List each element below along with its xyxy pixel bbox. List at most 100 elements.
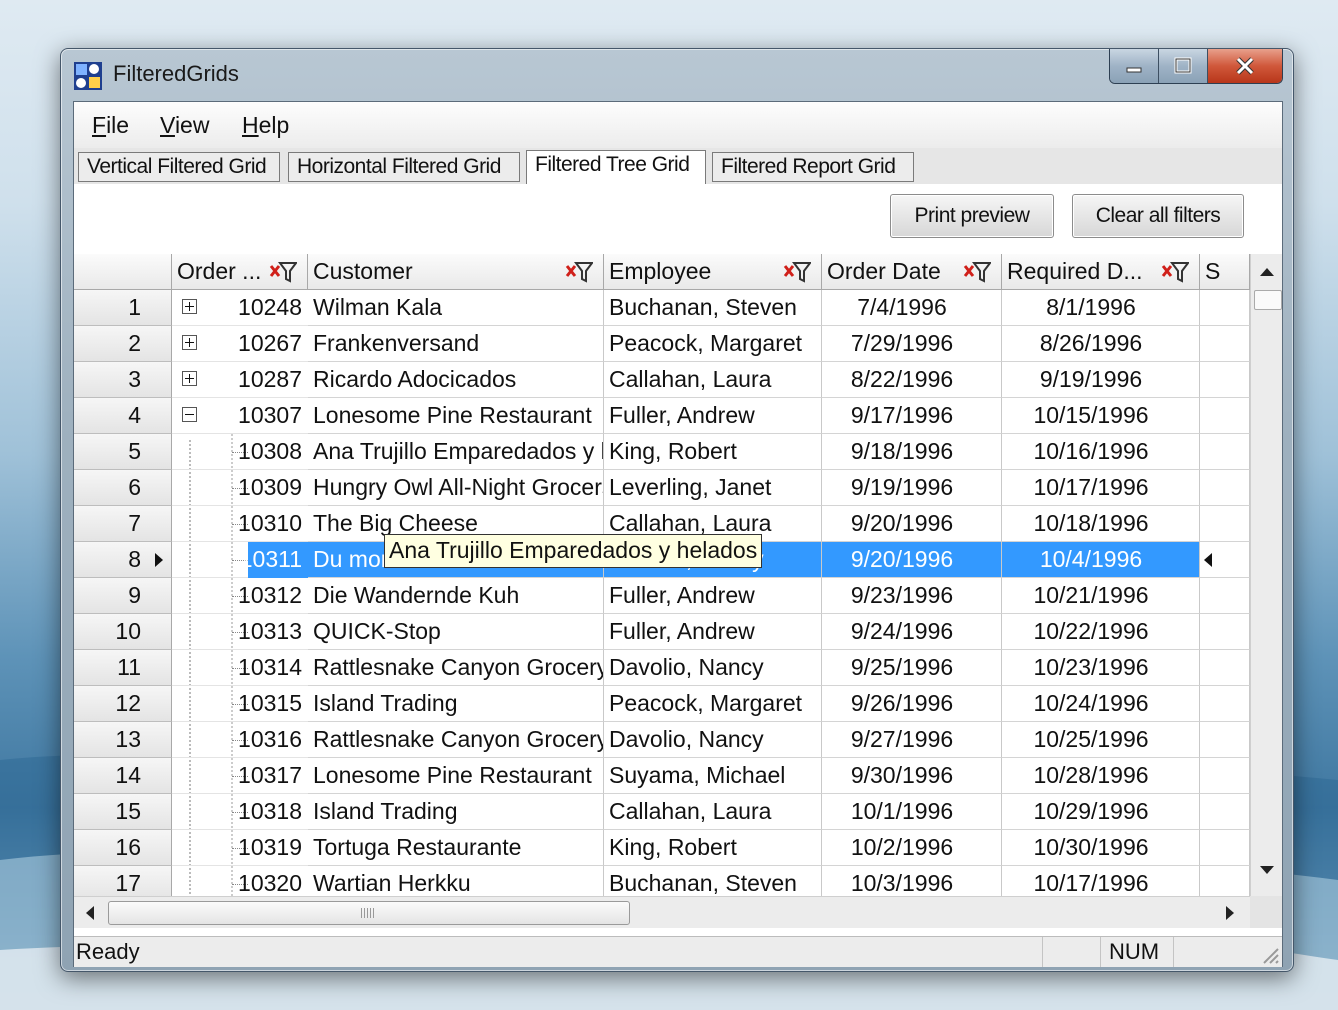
cell-employee[interactable]: King, Robert [604, 830, 822, 866]
tab-vertical-filtered-grid[interactable]: Vertical Filtered Grid [78, 152, 280, 182]
cell-order-date[interactable]: 9/23/1996 [822, 578, 1002, 614]
cell-customer[interactable]: Island Trading [308, 794, 604, 830]
row-header[interactable]: 4 [74, 398, 172, 434]
cell-employee[interactable]: Peacock, Margaret [604, 686, 822, 722]
cell-required-date[interactable]: 8/26/1996 [1002, 326, 1200, 362]
cell-required-date[interactable]: 10/18/1996 [1002, 506, 1200, 542]
cell-customer[interactable]: Wilman Kala [308, 290, 604, 326]
tab-filtered-tree-grid[interactable]: Filtered Tree Grid [526, 150, 706, 184]
row-header[interactable]: 1 [74, 290, 172, 326]
table-row[interactable]: 14 10317 Lonesome Pine Restaurant Suyama, M… [74, 758, 1250, 794]
cell-order-date[interactable]: 9/20/1996 [822, 506, 1002, 542]
filter-clear-icon[interactable] [565, 260, 593, 284]
print-preview-button[interactable]: Print preview [890, 194, 1054, 238]
cell-s[interactable] [1200, 470, 1250, 506]
cell-customer[interactable]: Ana Trujillo Emparedados y helados [308, 434, 604, 470]
filter-clear-icon[interactable] [783, 260, 811, 284]
tab-horizontal-filtered-grid[interactable]: Horizontal Filtered Grid [288, 152, 520, 182]
cell-s[interactable] [1200, 362, 1250, 398]
cell-required-date[interactable]: 10/22/1996 [1002, 614, 1200, 650]
row-header[interactable]: 15 [74, 794, 172, 830]
cell-customer[interactable]: QUICK-Stop [308, 614, 604, 650]
cell-required-date[interactable]: 10/30/1996 [1002, 830, 1200, 866]
row-header[interactable]: 16 [74, 830, 172, 866]
column-header-employee[interactable]: Employee [604, 254, 822, 290]
expand-icon[interactable] [182, 299, 197, 314]
scroll-up-icon[interactable] [1259, 266, 1275, 278]
vertical-scrollbar[interactable] [1250, 254, 1282, 896]
cell-order[interactable]: 10311 [172, 542, 308, 578]
horizontal-scroll-thumb[interactable] [108, 901, 630, 925]
row-header[interactable]: 2 [74, 326, 172, 362]
cell-order[interactable]: 10316 [172, 722, 308, 758]
cell-customer[interactable]: Lonesome Pine Restaurant [308, 758, 604, 794]
row-header[interactable]: 6 [74, 470, 172, 506]
expand-icon[interactable] [182, 371, 197, 386]
cell-order[interactable]: 10308 [172, 434, 308, 470]
filter-clear-icon[interactable] [1161, 260, 1189, 284]
cell-required-date[interactable]: 10/16/1996 [1002, 434, 1200, 470]
expand-icon[interactable] [182, 335, 197, 350]
cell-required-date[interactable]: 10/15/1996 [1002, 398, 1200, 434]
cell-order[interactable]: 10313 [172, 614, 308, 650]
cell-order-date[interactable]: 9/17/1996 [822, 398, 1002, 434]
cell-order-date[interactable]: 9/18/1996 [822, 434, 1002, 470]
row-header[interactable]: 3 [74, 362, 172, 398]
cell-employee[interactable]: Peacock, Margaret [604, 326, 822, 362]
cell-order-date[interactable]: 7/4/1996 [822, 290, 1002, 326]
cell-order[interactable]: 10248 [172, 290, 308, 326]
filter-clear-icon[interactable] [963, 260, 991, 284]
cell-s[interactable] [1200, 506, 1250, 542]
cell-order[interactable]: 10267 [172, 326, 308, 362]
cell-customer[interactable]: Rattlesnake Canyon Grocery [308, 722, 604, 758]
cell-s[interactable] [1200, 326, 1250, 362]
cell-s[interactable] [1200, 614, 1250, 650]
cell-order-date[interactable]: 9/26/1996 [822, 686, 1002, 722]
row-header[interactable]: 7 [74, 506, 172, 542]
row-header[interactable]: 13 [74, 722, 172, 758]
scroll-right-icon[interactable] [1224, 905, 1236, 921]
row-header[interactable]: 12 [74, 686, 172, 722]
table-row[interactable]: 1 10248 Wilman Kala Buchanan, Steven 7/4/199… [74, 290, 1250, 326]
tab-filtered-report-grid[interactable]: Filtered Report Grid [712, 152, 914, 182]
cell-required-date[interactable]: 10/23/1996 [1002, 650, 1200, 686]
minimize-button[interactable] [1110, 49, 1159, 83]
table-row[interactable]: 6 10309 Hungry Owl All-Night Grocers Leverl… [74, 470, 1250, 506]
cell-order-date[interactable]: 9/25/1996 [822, 650, 1002, 686]
cell-required-date[interactable]: 10/28/1996 [1002, 758, 1200, 794]
cell-order-date[interactable]: 9/19/1996 [822, 470, 1002, 506]
cell-s[interactable] [1200, 722, 1250, 758]
cell-customer[interactable]: Hungry Owl All-Night Grocers [308, 470, 604, 506]
close-button[interactable] [1208, 49, 1282, 83]
collapse-icon[interactable] [182, 407, 197, 422]
cell-customer[interactable]: Die Wandernde Kuh [308, 578, 604, 614]
cell-order-date[interactable]: 9/30/1996 [822, 758, 1002, 794]
cell-order[interactable]: 10307 [172, 398, 308, 434]
row-header[interactable]: 10 [74, 614, 172, 650]
cell-employee[interactable]: Callahan, Laura [604, 362, 822, 398]
cell-employee[interactable]: Fuller, Andrew [604, 614, 822, 650]
cell-required-date[interactable]: 10/29/1996 [1002, 794, 1200, 830]
cell-order-date[interactable]: 10/1/1996 [822, 794, 1002, 830]
cell-customer[interactable]: Frankenversand [308, 326, 604, 362]
cell-customer[interactable]: Rattlesnake Canyon Grocery [308, 650, 604, 686]
table-row[interactable]: 2 10267 Frankenversand Peacock, Margaret 7/2… [74, 326, 1250, 362]
cell-customer[interactable]: Island Trading [308, 686, 604, 722]
title-bar[interactable]: FilteredGrids [61, 49, 1293, 101]
cell-s[interactable] [1200, 686, 1250, 722]
cell-order-date[interactable]: 9/20/1996 [822, 542, 1002, 578]
cell-customer[interactable]: Lonesome Pine Restaurant [308, 398, 604, 434]
row-header[interactable]: 9 [74, 578, 172, 614]
cell-order-date[interactable]: 8/22/1996 [822, 362, 1002, 398]
cell-s[interactable] [1200, 434, 1250, 470]
cell-s[interactable] [1200, 830, 1250, 866]
cell-required-date[interactable]: 9/19/1996 [1002, 362, 1200, 398]
table-row[interactable]: 15 10318 Island Trading Callahan, Laura 10/1… [74, 794, 1250, 830]
row-header[interactable]: 8 [74, 542, 172, 578]
resize-grip-icon[interactable] [1260, 945, 1280, 965]
cell-customer[interactable]: Tortuga Restaurante [308, 830, 604, 866]
cell-employee[interactable]: Buchanan, Steven [604, 290, 822, 326]
cell-required-date[interactable]: 8/1/1996 [1002, 290, 1200, 326]
cell-order-date[interactable]: 7/29/1996 [822, 326, 1002, 362]
table-row[interactable]: 3 10287 Ricardo Adocicados Callahan, Laura 8… [74, 362, 1250, 398]
